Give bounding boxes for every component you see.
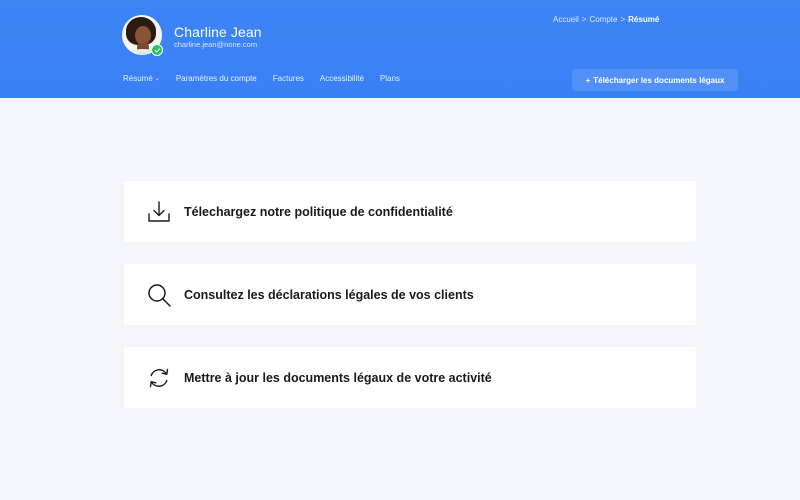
user-email: charline.jean@none.com xyxy=(174,40,258,49)
nav-item-resume[interactable]: Résumé ⌄ xyxy=(123,74,160,83)
plus-icon: + xyxy=(585,75,591,85)
nav-item-label: Factures xyxy=(272,74,304,83)
nav-item-plans[interactable]: Plans xyxy=(380,74,400,83)
account-nav: Résumé ⌄ Paramètres du compte Factures Ac… xyxy=(123,74,400,83)
breadcrumb-separator: > xyxy=(620,15,626,24)
refresh-icon xyxy=(146,365,172,391)
breadcrumb-item-home[interactable]: Accueil xyxy=(553,15,579,24)
breadcrumb-item-account[interactable]: Compte xyxy=(589,15,617,24)
user-name: Charline Jean xyxy=(174,24,262,40)
breadcrumb-separator: > xyxy=(581,15,587,24)
nav-item-label: Paramètres du compte xyxy=(175,74,257,83)
breadcrumb-current: Résumé xyxy=(628,15,660,24)
card-label: Mettre à jour les documents légaux de vo… xyxy=(184,370,492,385)
breadcrumb: Accueil > Compte > Résumé xyxy=(553,15,659,24)
update-legal-documents-card[interactable]: Mettre à jour les documents légaux de vo… xyxy=(124,347,696,408)
nav-item-label: Résumé xyxy=(123,74,153,83)
nav-item-label: Plans xyxy=(379,74,400,83)
header: Charline Jean charline.jean@none.com Acc… xyxy=(0,0,800,98)
verified-check-icon xyxy=(151,44,163,56)
search-icon xyxy=(146,282,172,308)
nav-item-account-settings[interactable]: Paramètres du compte xyxy=(176,74,257,83)
card-label: Télechargez notre politique de confident… xyxy=(184,204,453,219)
nav-item-invoices[interactable]: Factures xyxy=(273,74,304,83)
card-label: Consultez les déclarations légales de vo… xyxy=(184,287,474,302)
nav-item-accessibility[interactable]: Accessibilité xyxy=(320,74,364,83)
download-icon xyxy=(146,199,172,225)
nav-item-label: Accessibilité xyxy=(319,74,364,83)
client-declarations-card[interactable]: Consultez les déclarations légales de vo… xyxy=(124,264,696,325)
download-legal-documents-button[interactable]: + Télécharger les documents légaux xyxy=(572,69,738,91)
chevron-down-icon: ⌄ xyxy=(154,76,160,82)
privacy-policy-card[interactable]: Télechargez notre politique de confident… xyxy=(124,181,696,242)
avatar[interactable] xyxy=(122,15,163,56)
button-label: Télécharger les documents légaux xyxy=(593,75,725,85)
